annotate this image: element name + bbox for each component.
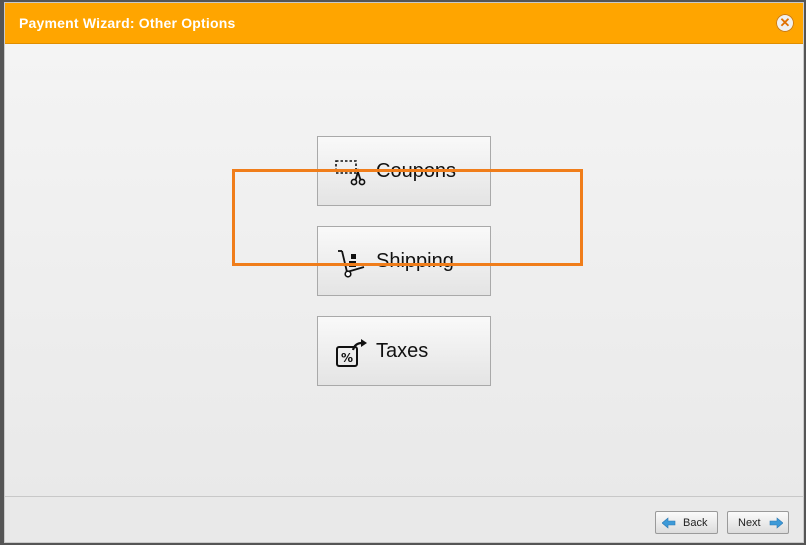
shipping-highlight-box — [232, 169, 583, 266]
close-icon: ✕ — [779, 15, 791, 30]
svg-text:%: % — [341, 351, 353, 365]
back-button[interactable]: Back — [655, 511, 718, 534]
taxes-label: Taxes — [376, 340, 429, 362]
dialog-footer: Back Next — [5, 496, 803, 542]
next-button[interactable]: Next — [727, 511, 789, 534]
tax-percent-icon: % — [336, 339, 367, 367]
arrow-left-icon — [662, 517, 676, 529]
next-label: Next — [738, 517, 761, 529]
payment-wizard-dialog: Payment Wizard: Other Options ✕ Coupons — [4, 2, 804, 543]
taxes-button[interactable]: % Taxes — [317, 316, 491, 386]
options-area: Coupons Shipping % Taxes — [5, 44, 803, 496]
close-button[interactable]: ✕ — [776, 14, 794, 32]
back-label: Back — [683, 517, 708, 529]
dialog-title: Payment Wizard: Other Options — [19, 15, 236, 31]
arrow-right-icon — [769, 517, 783, 529]
dialog-titlebar: Payment Wizard: Other Options ✕ — [5, 3, 803, 44]
